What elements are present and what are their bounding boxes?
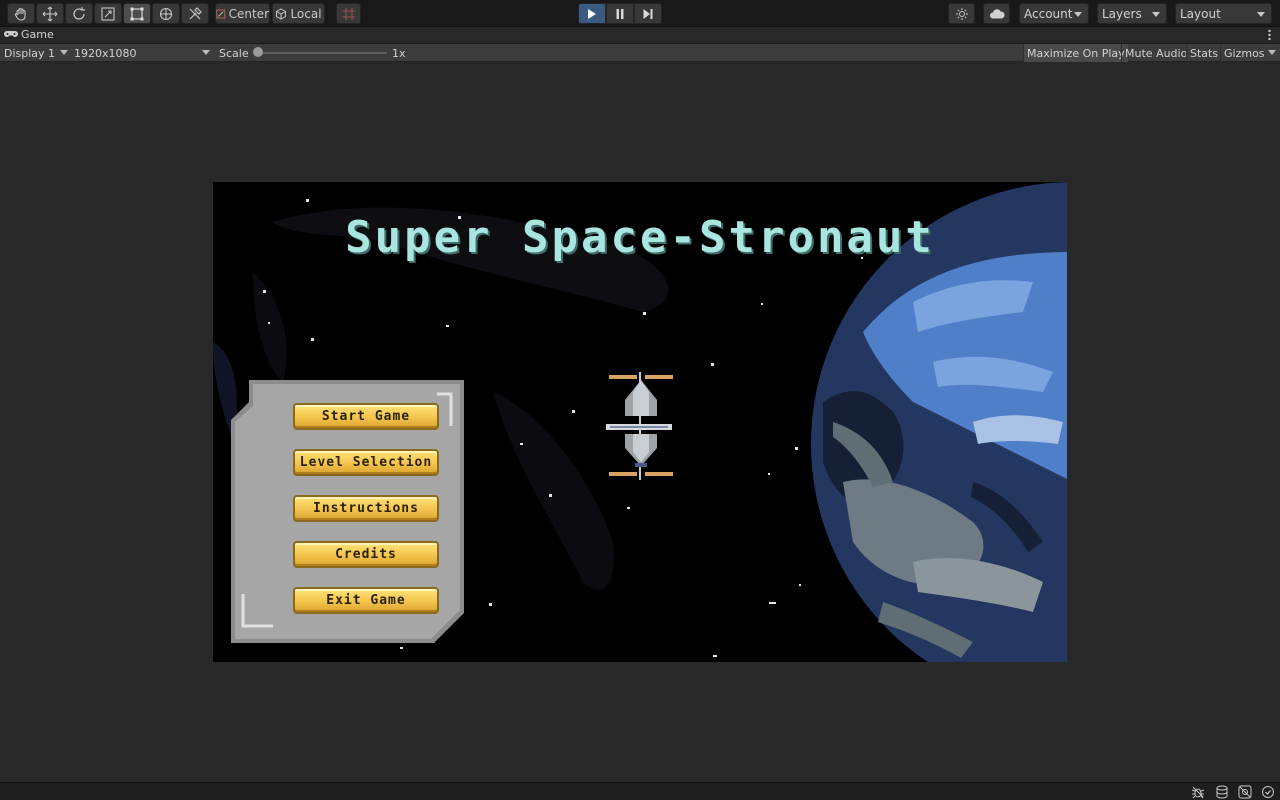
bug-icon[interactable] — [1191, 785, 1205, 799]
maximize-on-play-toggle[interactable]: Maximize On Play — [1023, 44, 1128, 62]
resolution-dropdown[interactable]: 1920x1080 — [74, 45, 214, 61]
sun-icon — [955, 7, 968, 20]
rect-transform-icon — [130, 7, 144, 20]
chevron-down-icon — [202, 50, 210, 55]
game-view-controls: Display 1 1920x1080 Scale 1x Maximize On… — [0, 44, 1280, 62]
rect-tool-button[interactable] — [123, 3, 151, 24]
move-icon — [42, 6, 58, 21]
scale-label: Scale — [219, 45, 249, 61]
cloud-button[interactable] — [983, 3, 1010, 24]
start-game-button[interactable]: Start Game — [293, 403, 439, 430]
pivot-center-button[interactable]: Center — [215, 3, 270, 24]
exit-game-button[interactable]: Exit Game — [293, 587, 439, 614]
scale-slider-track[interactable] — [257, 52, 387, 54]
main-menu-panel: Start Game Level Selection Instructions … — [231, 380, 464, 643]
tab-strip: Game — [0, 27, 1280, 44]
chevron-down-icon — [60, 50, 68, 55]
layers-label: Layers — [1102, 6, 1142, 21]
stats-toggle[interactable]: Stats — [1186, 44, 1221, 62]
hand-tool-button[interactable] — [7, 3, 35, 24]
game-viewport[interactable]: Super Space-Stronaut Start Game Level Se… — [213, 182, 1067, 662]
play-button[interactable] — [578, 3, 606, 24]
chevron-down-icon — [1074, 12, 1082, 17]
custom-tool-button[interactable] — [181, 3, 209, 24]
status-bar — [0, 782, 1280, 800]
pivot-center-icon — [216, 9, 226, 18]
nebula-wisp — [493, 392, 614, 590]
network-icon[interactable] — [1238, 785, 1252, 799]
pivot-local-label: Local — [290, 6, 322, 21]
cube-icon — [276, 7, 287, 20]
spaceship — [606, 372, 673, 480]
scale-value: 1x — [392, 45, 406, 61]
layout-dropdown[interactable]: Layout — [1175, 3, 1272, 24]
pause-button[interactable] — [606, 3, 634, 24]
gizmos-label: Gizmos — [1224, 46, 1265, 60]
pivot-local-button[interactable]: Local — [272, 3, 325, 24]
check-circle-icon[interactable] — [1261, 785, 1275, 799]
resolution-label: 1920x1080 — [74, 46, 137, 60]
scale-slider-thumb[interactable] — [253, 47, 263, 57]
layout-label: Layout — [1180, 6, 1221, 21]
scale-label-text: Scale — [219, 46, 249, 60]
display-label: Display 1 — [4, 46, 56, 60]
mute-audio-toggle[interactable]: Mute Audio — [1121, 44, 1190, 62]
move-tool-button[interactable] — [36, 3, 64, 24]
stats-label: Stats — [1190, 46, 1219, 60]
account-dropdown[interactable]: Account — [1019, 3, 1089, 24]
play-icon — [588, 8, 596, 19]
step-button[interactable] — [634, 3, 662, 24]
mute-audio-label: Mute Audio — [1125, 46, 1188, 60]
chevron-down-icon — [1152, 12, 1160, 17]
transform-icon — [159, 7, 173, 20]
step-icon — [643, 8, 653, 19]
more-options-icon[interactable] — [1268, 29, 1271, 41]
nebula-wisp — [253, 272, 287, 382]
main-toolbar: Center Local Account Layers Layout — [0, 0, 1280, 27]
credits-button[interactable]: Credits — [293, 541, 439, 568]
account-label: Account — [1024, 6, 1073, 21]
tools-icon — [189, 6, 202, 19]
chevron-down-icon — [1257, 12, 1265, 17]
scale-icon — [101, 6, 115, 21]
grid-snap-icon — [342, 7, 355, 20]
lighting-button[interactable] — [948, 3, 975, 24]
transform-tool-button[interactable] — [152, 3, 180, 24]
hand-icon — [14, 7, 26, 21]
pivot-center-label: Center — [228, 6, 269, 21]
rotate-tool-button[interactable] — [65, 3, 93, 24]
scale-tool-button[interactable] — [94, 3, 122, 24]
layers-dropdown[interactable]: Layers — [1097, 3, 1167, 24]
tab-game-label: Game — [21, 28, 54, 41]
gamepad-icon — [4, 31, 18, 37]
tab-game[interactable]: Game — [4, 28, 54, 41]
cloud-icon — [989, 8, 1005, 18]
scale-value-text: 1x — [392, 46, 406, 60]
rotate-icon — [73, 6, 85, 20]
pause-icon — [616, 8, 624, 19]
game-title: Super Space-Stronaut — [345, 212, 935, 263]
level-selection-button[interactable]: Level Selection — [293, 449, 439, 476]
instructions-button[interactable]: Instructions — [293, 495, 439, 522]
database-icon[interactable] — [1215, 785, 1229, 799]
chevron-down-icon — [1268, 50, 1276, 55]
playmode-controls — [578, 3, 662, 24]
grid-snap-button[interactable] — [336, 3, 361, 24]
maximize-on-play-label: Maximize On Play — [1027, 46, 1125, 60]
